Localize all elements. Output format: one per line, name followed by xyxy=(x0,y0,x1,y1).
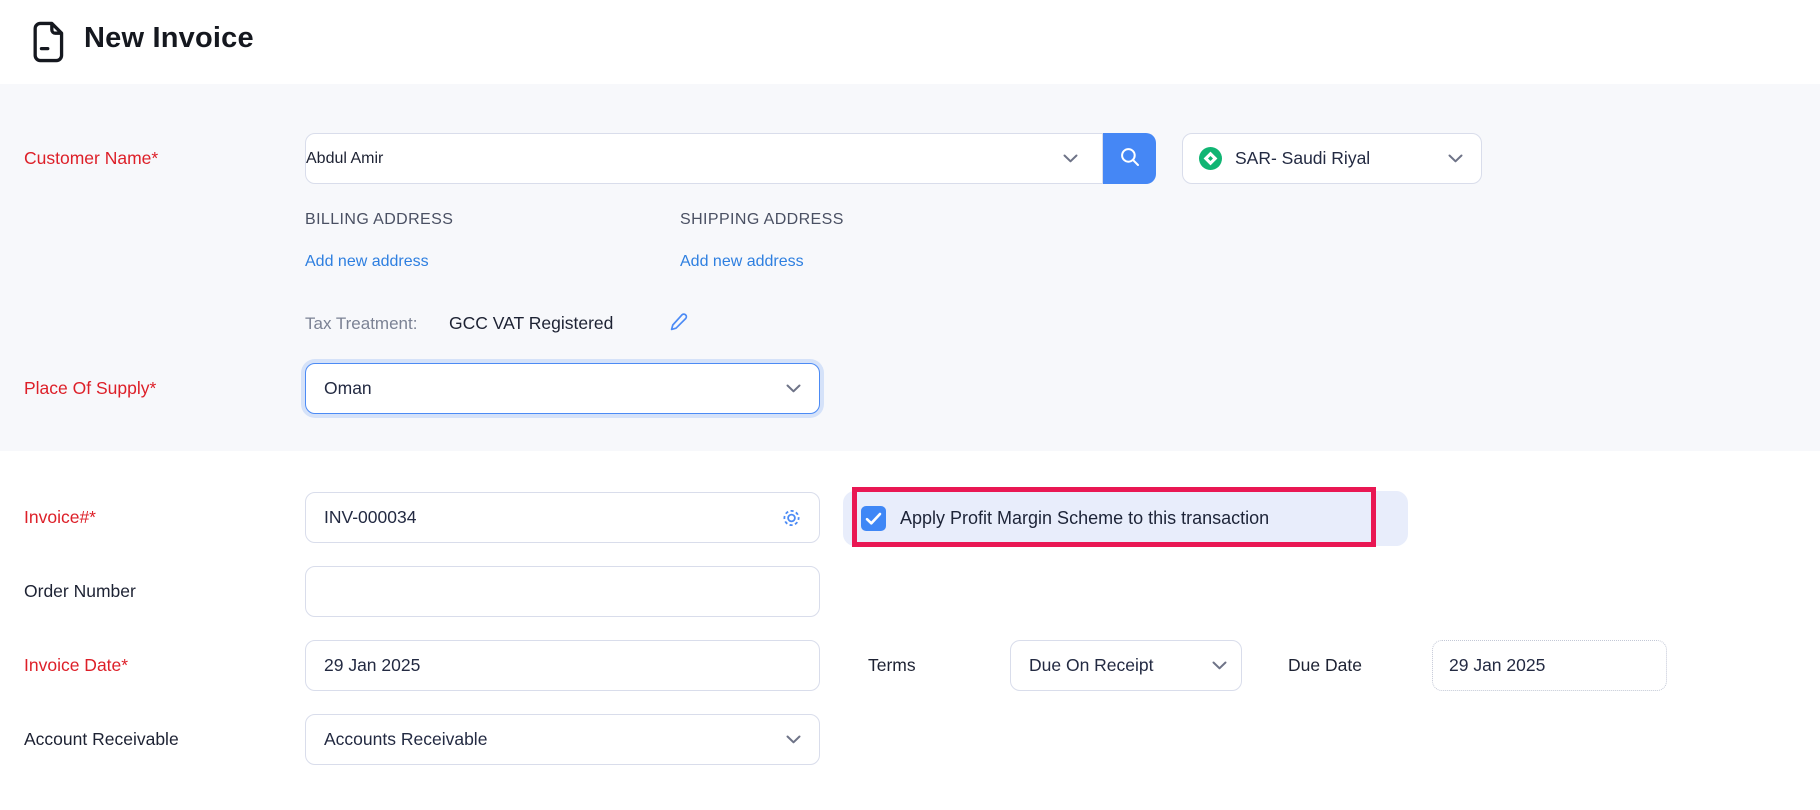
currency-value: SAR- Saudi Riyal xyxy=(1222,148,1370,169)
account-receivable-label: Account Receivable xyxy=(24,729,179,750)
page-header: New Invoice xyxy=(0,0,1820,84)
edit-tax-treatment-button[interactable] xyxy=(668,311,690,336)
order-number-label: Order Number xyxy=(24,581,136,602)
customer-name-label: Customer Name* xyxy=(24,148,158,169)
billing-add-address-link[interactable]: Add new address xyxy=(305,253,429,271)
invoice-document-icon xyxy=(30,20,68,69)
billing-address-heading: BILLING ADDRESS xyxy=(305,211,453,229)
chevron-down-icon xyxy=(786,731,801,749)
shipping-add-address-link[interactable]: Add new address xyxy=(680,253,804,271)
due-date-input[interactable]: 29 Jan 2025 xyxy=(1432,640,1667,691)
currency-flag-icon xyxy=(1199,147,1222,170)
invoice-number-input[interactable]: INV-000034 xyxy=(305,492,820,543)
currency-select[interactable]: SAR- Saudi Riyal xyxy=(1182,133,1482,184)
chevron-down-icon xyxy=(1448,150,1463,168)
customer-combo: Abdul Amir xyxy=(305,133,1155,184)
tax-treatment-value: GCC VAT Registered xyxy=(449,313,613,334)
terms-select[interactable]: Due On Receipt xyxy=(1010,640,1242,691)
shipping-address-heading: SHIPPING ADDRESS xyxy=(680,211,844,229)
invoice-date-label: Invoice Date* xyxy=(24,655,128,676)
account-receivable-select[interactable]: Accounts Receivable xyxy=(305,714,820,765)
account-receivable-value: Accounts Receivable xyxy=(306,729,487,750)
invoice-number-value: INV-000034 xyxy=(306,507,416,528)
customer-name-select[interactable]: Abdul Amir xyxy=(305,133,1103,184)
invoice-number-settings-button[interactable] xyxy=(780,506,803,529)
chevron-down-icon xyxy=(1212,657,1227,675)
place-of-supply-value: Oman xyxy=(306,378,372,399)
pencil-icon xyxy=(668,321,690,336)
page-title: New Invoice xyxy=(84,22,254,55)
profit-margin-checkbox[interactable] xyxy=(861,506,886,531)
invoice-number-label: Invoice#* xyxy=(24,507,96,528)
terms-value: Due On Receipt xyxy=(1011,655,1154,676)
search-icon xyxy=(1119,146,1141,171)
customer-search-button[interactable] xyxy=(1103,133,1156,184)
place-of-supply-select[interactable]: Oman xyxy=(305,363,820,414)
invoice-date-value: 29 Jan 2025 xyxy=(306,655,420,676)
profit-margin-label: Apply Profit Margin Scheme to this trans… xyxy=(900,508,1269,529)
terms-label: Terms xyxy=(868,655,916,676)
customer-name-value: Abdul Amir xyxy=(306,150,383,168)
order-number-input[interactable] xyxy=(305,566,820,617)
profit-margin-option: Apply Profit Margin Scheme to this trans… xyxy=(843,491,1408,546)
due-date-label: Due Date xyxy=(1288,655,1362,676)
invoice-date-input[interactable]: 29 Jan 2025 xyxy=(305,640,820,691)
new-invoice-page: New Invoice Customer Name* Abdul Amir xyxy=(0,0,1820,810)
place-of-supply-label: Place Of Supply* xyxy=(24,378,156,399)
tax-treatment-label: Tax Treatment: xyxy=(305,314,417,334)
gear-icon xyxy=(780,517,803,532)
chevron-down-icon xyxy=(786,380,801,398)
due-date-value: 29 Jan 2025 xyxy=(1433,655,1545,676)
chevron-down-icon xyxy=(1063,150,1078,168)
